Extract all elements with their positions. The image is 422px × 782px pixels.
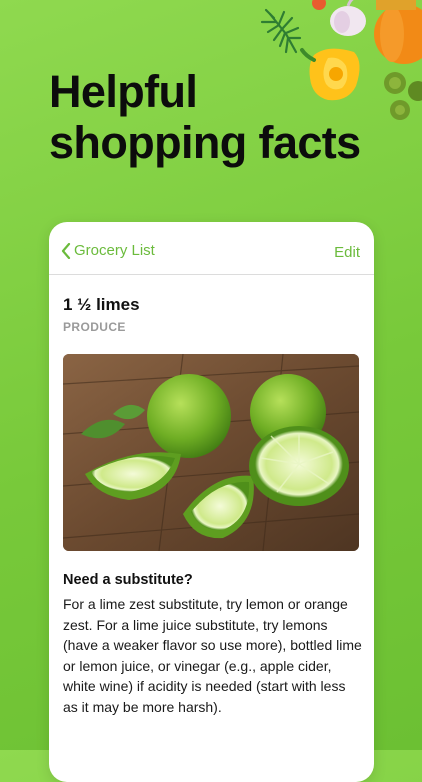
- headline-line-2: shopping facts: [49, 117, 361, 168]
- herb-icon: [260, 8, 302, 54]
- item-title: 1 ½ limes: [63, 295, 140, 314]
- substitute-description: For a lime zest substitute, try lemon or…: [63, 596, 362, 715]
- tomato-icon: [312, 0, 326, 10]
- substitute-heading: Need a substitute?: [63, 572, 193, 588]
- back-button[interactable]: Grocery List: [61, 242, 155, 259]
- limes-photo: [63, 354, 359, 551]
- item-photo: [63, 354, 359, 551]
- pumpkin-icon: [374, 0, 422, 64]
- edit-button[interactable]: Edit: [334, 244, 360, 261]
- item-detail-card: Grocery List Edit 1 ½ limes PRODUCE Need…: [49, 222, 374, 782]
- garlic-icon: [330, 0, 366, 36]
- headline-line-1: Helpful: [49, 66, 198, 117]
- back-button-label: Grocery List: [74, 242, 155, 259]
- brussels-sprout-icon: [384, 72, 422, 120]
- navigation-bar: Grocery List Edit: [49, 222, 374, 275]
- headline: Helpful shopping facts: [49, 66, 361, 168]
- chevron-left-icon: [61, 242, 71, 259]
- item-category: PRODUCE: [63, 320, 126, 334]
